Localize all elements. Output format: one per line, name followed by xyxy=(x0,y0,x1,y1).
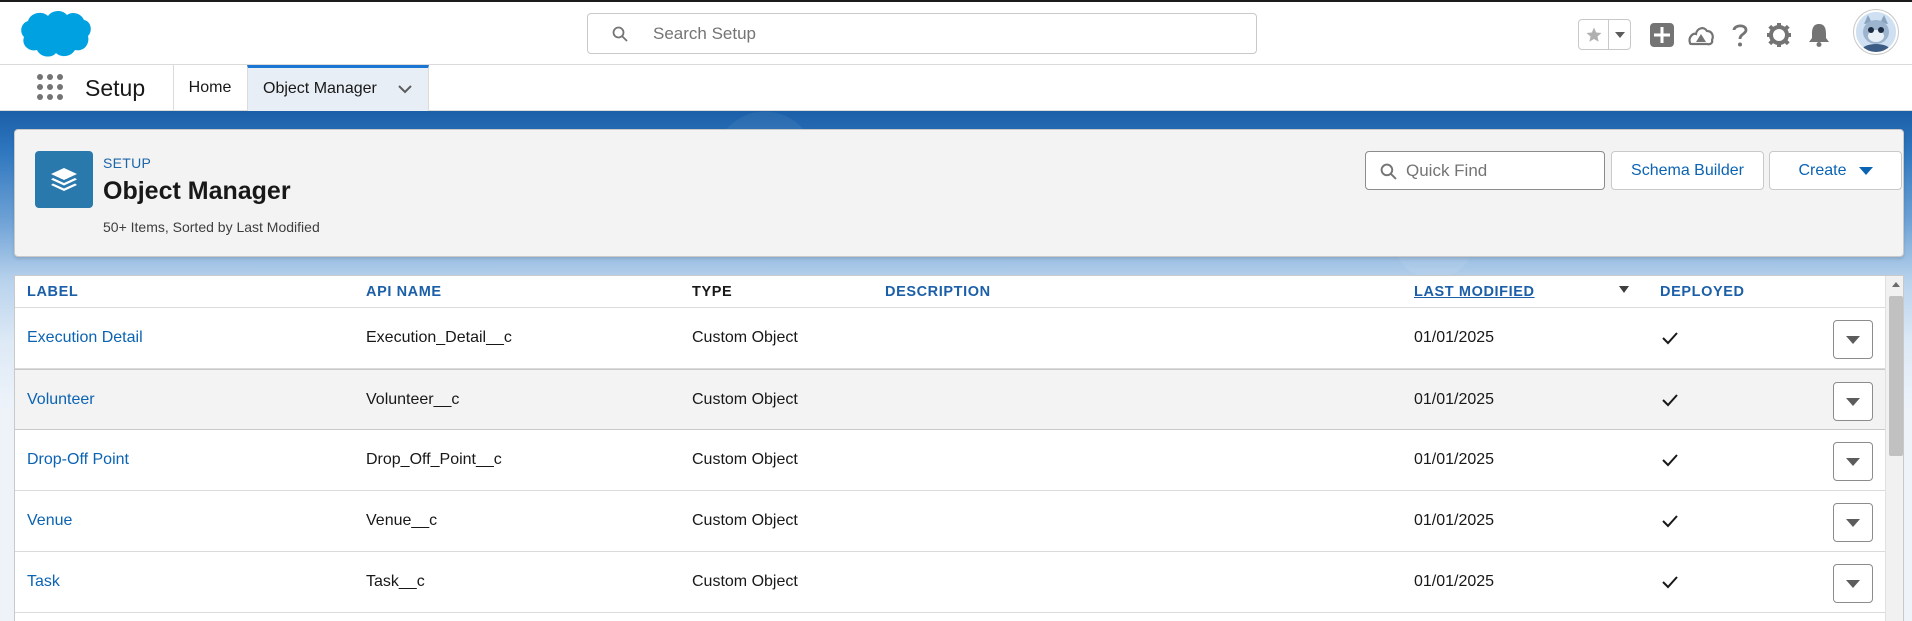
object-last-modified: 01/01/2025 xyxy=(1414,329,1495,346)
object-type: Custom Object xyxy=(692,451,798,468)
chevron-down-icon[interactable] xyxy=(396,80,414,98)
column-header-description[interactable]: DESCRIPTION xyxy=(885,284,991,300)
object-last-modified: 01/01/2025 xyxy=(1414,451,1495,468)
salesforce-logo[interactable] xyxy=(18,8,92,60)
column-header-deployed[interactable]: DEPLOYED xyxy=(1660,284,1745,300)
app-name: Setup xyxy=(85,75,146,101)
trailhead-icon[interactable] xyxy=(1687,21,1715,49)
deployed-check-icon xyxy=(1662,331,1678,345)
search-icon xyxy=(1380,163,1397,180)
deployed-check-icon xyxy=(1662,453,1678,467)
user-avatar[interactable] xyxy=(1854,10,1898,54)
create-label: Create xyxy=(1798,161,1847,179)
deployed-check-icon xyxy=(1662,514,1678,528)
notifications-bell-icon[interactable] xyxy=(1805,21,1833,49)
table-body: Execution Detail Execution_Detail__c Cus… xyxy=(15,308,1885,613)
object-api-name: Venue__c xyxy=(366,512,438,529)
row-actions-button[interactable] xyxy=(1833,564,1873,603)
help-icon[interactable] xyxy=(1726,21,1754,49)
favorites-star-icon[interactable] xyxy=(1579,20,1609,49)
object-api-name: Drop_Off_Point__c xyxy=(366,451,502,468)
row-actions-button[interactable] xyxy=(1833,503,1873,542)
column-header-label[interactable]: LABEL xyxy=(27,284,78,300)
tab-home-label: Home xyxy=(188,79,232,96)
object-api-name: Task__c xyxy=(366,573,425,590)
global-search-input[interactable] xyxy=(653,22,1233,46)
object-last-modified: 01/01/2025 xyxy=(1414,573,1495,590)
object-table: LABEL API NAME TYPE DESCRIPTION LAST MOD… xyxy=(14,275,1904,621)
table-row: Drop-Off Point Drop_Off_Point__c Custom … xyxy=(15,430,1885,491)
search-icon xyxy=(612,26,628,42)
table-header: LABEL API NAME TYPE DESCRIPTION LAST MOD… xyxy=(15,276,1885,308)
object-api-name: Execution_Detail__c xyxy=(366,329,512,346)
global-actions-add-icon[interactable] xyxy=(1648,21,1676,49)
column-header-api-name[interactable]: API NAME xyxy=(366,284,442,300)
schema-builder-label: Schema Builder xyxy=(1631,161,1744,179)
tab-object-manager[interactable]: Object Manager xyxy=(247,65,429,111)
deployed-check-icon xyxy=(1662,393,1678,407)
row-actions-button[interactable] xyxy=(1833,320,1873,359)
column-header-last-modified[interactable]: LAST MODIFIED xyxy=(1414,284,1535,300)
object-label-link[interactable]: Execution Detail xyxy=(27,329,143,347)
list-info: 50+ Items, Sorted by Last Modified xyxy=(103,219,320,235)
object-type: Custom Object xyxy=(692,573,798,590)
page-header: SETUP Object Manager 50+ Items, Sorted b… xyxy=(14,129,1904,257)
caret-down-icon xyxy=(1858,166,1873,175)
table-row: Task Task__c Custom Object 01/01/2025 xyxy=(15,552,1885,613)
favorites-group xyxy=(1578,19,1631,50)
favorites-menu-icon[interactable] xyxy=(1609,20,1630,49)
table-scrollbar[interactable] xyxy=(1885,276,1903,621)
table-row: Volunteer Volunteer__c Custom Object 01/… xyxy=(15,369,1885,430)
quick-find[interactable] xyxy=(1365,151,1605,190)
object-label-link[interactable]: Venue xyxy=(27,512,72,530)
tab-home[interactable]: Home xyxy=(173,65,247,111)
setup-gear-icon[interactable] xyxy=(1765,21,1793,49)
quick-find-input[interactable] xyxy=(1406,160,1596,182)
scroll-up-arrow-icon[interactable] xyxy=(1892,282,1900,287)
object-api-name: Volunteer__c xyxy=(366,391,460,408)
schema-builder-button[interactable]: Schema Builder xyxy=(1611,151,1764,190)
page-title: Object Manager xyxy=(103,177,291,205)
object-type: Custom Object xyxy=(692,512,798,529)
object-type: Custom Object xyxy=(692,329,798,346)
object-last-modified: 01/01/2025 xyxy=(1414,512,1495,529)
caret-down-icon xyxy=(1846,579,1860,588)
global-search[interactable] xyxy=(587,13,1257,54)
row-actions-button[interactable] xyxy=(1833,442,1873,481)
tab-object-manager-label: Object Manager xyxy=(263,80,377,97)
object-label-link[interactable]: Task xyxy=(27,573,60,591)
global-header xyxy=(0,0,1912,64)
caret-down-icon xyxy=(1846,335,1860,344)
deployed-check-icon xyxy=(1662,575,1678,589)
object-label-link[interactable]: Volunteer xyxy=(27,391,95,409)
caret-down-icon xyxy=(1846,518,1860,527)
object-type: Custom Object xyxy=(692,391,798,408)
table-row: Venue Venue__c Custom Object 01/01/2025 xyxy=(15,491,1885,552)
scroll-thumb[interactable] xyxy=(1889,296,1903,456)
breadcrumb-setup[interactable]: SETUP xyxy=(103,155,151,171)
sort-descending-icon[interactable] xyxy=(1619,286,1629,293)
caret-down-icon xyxy=(1846,397,1860,406)
object-label-link[interactable]: Drop-Off Point xyxy=(27,451,129,469)
app-launcher-icon[interactable] xyxy=(36,73,64,101)
row-actions-button[interactable] xyxy=(1833,382,1873,421)
column-header-type[interactable]: TYPE xyxy=(692,284,732,300)
object-manager-layers-icon xyxy=(35,151,93,208)
object-last-modified: 01/01/2025 xyxy=(1414,391,1495,408)
caret-down-icon xyxy=(1846,457,1860,466)
context-bar: Setup Home Object Manager xyxy=(0,64,1912,111)
create-button[interactable]: Create xyxy=(1769,151,1902,190)
table-row: Execution Detail Execution_Detail__c Cus… xyxy=(15,308,1885,369)
